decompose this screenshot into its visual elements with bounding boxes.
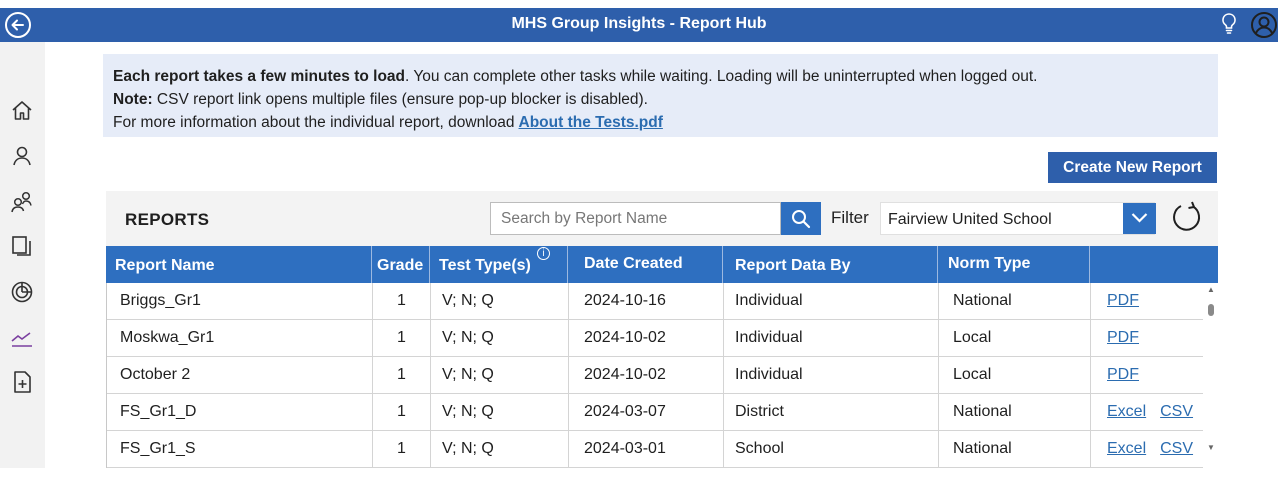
- cell-tests: V; N; Q: [431, 283, 569, 320]
- cell-grade: 1: [373, 431, 431, 468]
- cell-data-by: District: [724, 394, 939, 431]
- cell-data-by: Individual: [724, 320, 939, 357]
- search-button[interactable]: [781, 202, 821, 235]
- reports-title: REPORTS: [125, 210, 210, 229]
- cell-name: Briggs_Gr1: [107, 283, 373, 320]
- person-icon[interactable]: [10, 144, 34, 168]
- table-body: Briggs_Gr1 1 V; N; Q 2024-10-16 Individual Na…: [106, 283, 1203, 468]
- cell-download-links: PDF: [1091, 357, 1203, 394]
- cell-grade: 1: [373, 283, 431, 320]
- table-row[interactable]: Briggs_Gr1 1 V; N; Q 2024-10-16 Individual Na…: [107, 283, 1203, 320]
- banner-line-1-text: . You can complete other tasks while wai…: [405, 68, 1038, 85]
- table-row[interactable]: FS_Gr1_S 1 V; N; Q 2024-03-01 School National…: [107, 431, 1203, 468]
- filter-selected-value: Fairview United School: [888, 211, 1052, 228]
- pdf-download-link[interactable]: PDF: [1107, 292, 1139, 309]
- cell-download-links: Excel CSV: [1091, 431, 1203, 468]
- cell-name: Moskwa_Gr1: [107, 320, 373, 357]
- banner-line-1: Each report takes a few minutes to load.…: [113, 65, 1208, 88]
- cell-grade: 1: [373, 357, 431, 394]
- target-chart-icon[interactable]: [10, 280, 34, 304]
- user-account-icon[interactable]: [1250, 11, 1278, 39]
- cell-download-links: PDF: [1091, 283, 1203, 320]
- cell-norm: Local: [939, 320, 1091, 357]
- banner-line-3-text: For more information about the individua…: [113, 114, 515, 131]
- table-row[interactable]: Moskwa_Gr1 1 V; N; Q 2024-10-02 Individual Lo…: [107, 320, 1203, 357]
- cell-data-by: School: [724, 431, 939, 468]
- cell-name: FS_Gr1_S: [107, 431, 373, 468]
- app-header: MHS Group Insights - Report Hub: [0, 8, 1278, 42]
- filter-dropdown-toggle[interactable]: [1123, 203, 1156, 234]
- table-header: Report Name Grade Test Type(s) i Date Cr…: [106, 246, 1218, 283]
- scroll-up-arrow[interactable]: ▲: [1207, 285, 1215, 294]
- refresh-icon[interactable]: [1171, 201, 1203, 233]
- csv-download-link[interactable]: CSV: [1160, 440, 1193, 457]
- excel-download-link[interactable]: Excel: [1107, 440, 1146, 457]
- cell-date: 2024-10-16: [569, 283, 724, 320]
- cell-date: 2024-03-07: [569, 394, 724, 431]
- cell-grade: 1: [373, 394, 431, 431]
- excel-download-link[interactable]: Excel: [1107, 403, 1146, 420]
- add-document-icon[interactable]: [10, 370, 34, 394]
- cell-tests: V; N; Q: [431, 431, 569, 468]
- copy-documents-icon[interactable]: [10, 234, 34, 258]
- cell-data-by: Individual: [724, 283, 939, 320]
- cell-download-links: PDF: [1091, 320, 1203, 357]
- lightbulb-icon[interactable]: [1220, 12, 1238, 36]
- column-header-report-name[interactable]: Report Name: [106, 246, 372, 283]
- chevron-down-icon: [1131, 213, 1148, 223]
- cell-tests: V; N; Q: [431, 320, 569, 357]
- banner-line-1-bold: Each report takes a few minutes to load: [113, 68, 405, 85]
- cell-tests: V; N; Q: [431, 394, 569, 431]
- info-icon[interactable]: i: [537, 247, 550, 260]
- cell-name: FS_Gr1_D: [107, 394, 373, 431]
- about-tests-link[interactable]: About the Tests.pdf: [519, 114, 663, 131]
- trend-line-icon[interactable]: [10, 325, 34, 349]
- cell-download-links: Excel CSV: [1091, 394, 1203, 431]
- search-icon: [792, 210, 811, 229]
- column-header-actions: [1090, 246, 1218, 283]
- cell-name: October 2: [107, 357, 373, 394]
- sidebar-nav: [0, 42, 45, 468]
- group-icon[interactable]: [10, 190, 34, 214]
- table-row[interactable]: FS_Gr1_D 1 V; N; Q 2024-03-07 District Nation…: [107, 394, 1203, 431]
- cell-data-by: Individual: [724, 357, 939, 394]
- banner-note-label: Note:: [113, 91, 153, 108]
- csv-download-link[interactable]: CSV: [1160, 403, 1193, 420]
- cell-date: 2024-03-01: [569, 431, 724, 468]
- cell-date: 2024-10-02: [569, 357, 724, 394]
- column-header-grade[interactable]: Grade: [372, 246, 430, 283]
- scroll-thumb[interactable]: [1208, 304, 1214, 316]
- filter-label: Filter: [831, 208, 869, 227]
- create-new-report-button[interactable]: Create New Report: [1048, 152, 1217, 183]
- cell-norm: Local: [939, 357, 1091, 394]
- banner-line-3: For more information about the individua…: [113, 111, 1208, 134]
- banner-line-2-text: CSV report link opens multiple files (en…: [152, 91, 648, 108]
- column-header-date-created[interactable]: Date Created: [568, 246, 723, 283]
- cell-grade: 1: [373, 320, 431, 357]
- column-header-report-data-by[interactable]: Report Data By: [723, 246, 938, 283]
- pdf-download-link[interactable]: PDF: [1107, 366, 1139, 383]
- column-header-norm-type[interactable]: Norm Type: [938, 246, 1090, 283]
- pdf-download-link[interactable]: PDF: [1107, 329, 1139, 346]
- banner-line-2: Note: CSV report link opens multiple fil…: [113, 88, 1208, 111]
- table-scrollbar[interactable]: ▲ ▼: [1203, 283, 1218, 468]
- search-input[interactable]: [490, 202, 781, 235]
- cell-norm: National: [939, 394, 1091, 431]
- cell-norm: National: [939, 283, 1091, 320]
- app-title: MHS Group Insights - Report Hub: [511, 15, 767, 32]
- table-row[interactable]: October 2 1 V; N; Q 2024-10-02 Individual Loc…: [107, 357, 1203, 394]
- cell-tests: V; N; Q: [431, 357, 569, 394]
- filter-dropdown[interactable]: Fairview United School: [880, 202, 1156, 235]
- cell-date: 2024-10-02: [569, 320, 724, 357]
- scroll-down-arrow[interactable]: ▼: [1207, 443, 1215, 452]
- home-icon[interactable]: [10, 99, 34, 123]
- reports-panel: REPORTS Filter Fairview United School Re…: [106, 191, 1218, 468]
- info-banner: Each report takes a few minutes to load.…: [103, 54, 1218, 137]
- cell-norm: National: [939, 431, 1091, 468]
- column-header-test-types[interactable]: Test Type(s) i: [430, 246, 568, 283]
